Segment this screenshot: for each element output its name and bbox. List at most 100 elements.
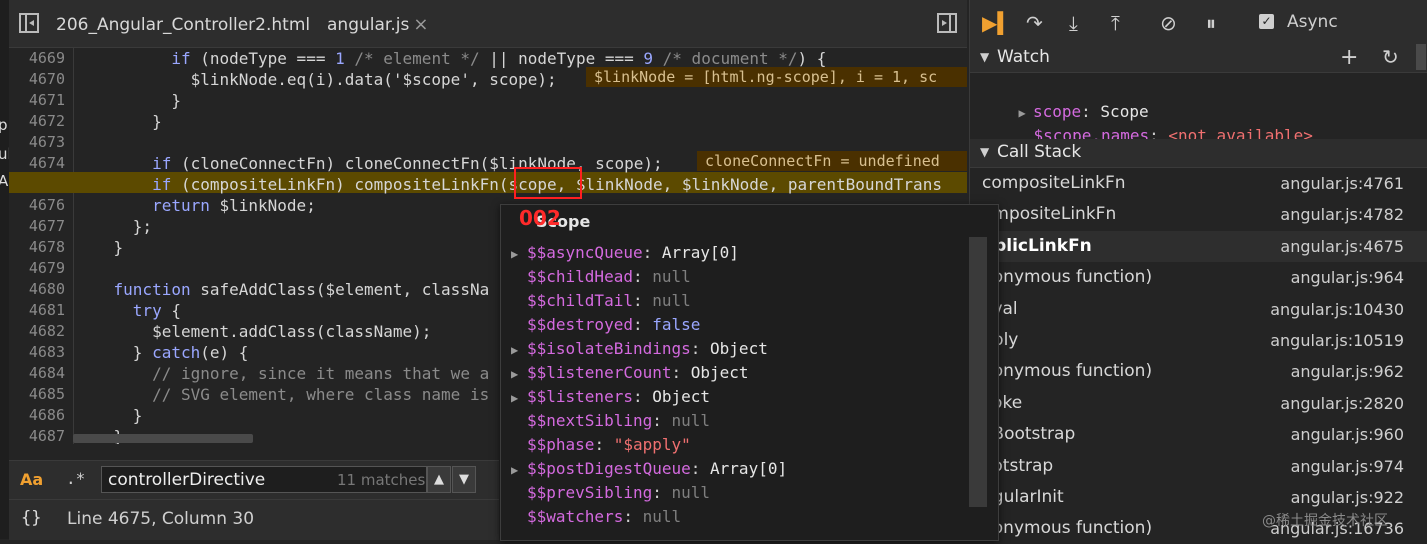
resume-icon[interactable]: ▶▍ [982,11,1013,35]
code-line: if (nodeType === 1 /* element */ || node… [171,49,827,68]
editor-tab-bar: 206_Angular_Controller2.html angular.js × [9,0,967,48]
find-previous-button[interactable]: ▲ [427,466,451,493]
refresh-icon[interactable]: ↻ [1382,45,1399,69]
frame-location: angular.js:964 [1290,268,1404,288]
code-line: try { [132,301,181,320]
property-value: "$apply" [613,435,691,454]
code-line: $linkNode.eq(i).data('$scope', scope); [75,70,557,89]
property-value: Array[0] [661,243,739,262]
property-name: $$asyncQueue [527,243,643,262]
line-number[interactable]: 4673 [29,132,65,153]
expand-arrow-icon[interactable]: ▶ [511,458,527,482]
line-number[interactable]: 4687 [29,426,65,444]
property-name: $$destroyed [527,315,633,334]
line-number-gutter[interactable]: 4669467046714672467346744675467646774678… [9,48,74,444]
regex-toggle[interactable]: .* [66,469,85,488]
tab-html-file[interactable]: 206_Angular_Controller2.html [56,0,310,47]
call-frame[interactable]: nonymous function) angular.js:962 [970,356,1427,387]
watch-title: Watch [997,47,1050,67]
line-number[interactable]: 4678 [29,237,65,258]
call-frame[interactable]: nonymous function) angular.js:964 [970,262,1427,293]
call-frame[interactable]: pply angular.js:10519 [970,325,1427,356]
call-frame[interactable]: compositeLinkFn angular.js:4761 [970,168,1427,199]
line-number[interactable]: 4681 [29,300,65,321]
step-over-icon[interactable]: ↷ [1026,11,1043,35]
add-watch-icon[interactable]: + [1340,45,1358,70]
frame-name: ompositeLinkFn [982,204,1117,225]
property-name: $$prevSibling [527,483,653,502]
scope-property[interactable]: $$prevSibling: null [511,481,710,505]
match-case-toggle[interactable]: Aa [20,470,43,489]
frame-location: angular.js:962 [1290,362,1404,382]
scope-property[interactable]: $$childTail: null [511,289,691,313]
watch-section-header[interactable]: ▼ Watch + ↻ [970,44,1427,73]
line-number[interactable]: 4685 [29,384,65,405]
step-into-icon[interactable]: ⤓ [1069,11,1078,35]
debugger-toolbar: ▶▍ ↷ ⤓ ⤒ ⊘ ⏸ ✓ Async [970,0,1427,45]
line-number[interactable]: 4683 [29,342,65,363]
scope-property[interactable]: ▶ $$listeners: Object [511,385,710,410]
call-frame[interactable]: ublicLinkFn angular.js:4675 [970,230,1427,262]
scope-property[interactable]: $$destroyed: false [511,313,700,337]
line-number[interactable]: 4686 [29,405,65,426]
debugger-sidebar: ▶▍ ↷ ⤓ ⤒ ⊘ ⏸ ✓ Async ▼ Watch + ↻ ▶ scope… [969,0,1427,539]
async-checkbox[interactable]: ✓ [1259,14,1274,29]
call-frame[interactable]: eval angular.js:10430 [970,294,1427,325]
property-name: $$nextSibling [527,411,653,430]
line-number[interactable]: 4682 [29,321,65,342]
call-frame[interactable]: oBootstrap angular.js:960 [970,419,1427,450]
expand-arrow-icon[interactable]: ▶ [511,362,527,386]
deactivate-breakpoints-icon[interactable]: ⊘ [1160,11,1177,35]
scope-property[interactable]: $$nextSibling: null [511,409,710,433]
scope-property[interactable]: ▶ $$isolateBindings: Object [511,337,768,362]
popover-scrollbar[interactable] [969,237,987,507]
property-value: false [652,315,701,334]
line-number[interactable]: 4669 [29,48,65,69]
find-next-button[interactable]: ▼ [452,466,476,493]
pretty-print-icon[interactable]: {} [21,508,41,528]
call-frame[interactable]: ngularInit angular.js:922 [970,482,1427,513]
property-value: null [652,267,691,286]
property-name: $$phase [527,435,595,454]
inline-value: $linkNode = [html.ng-scope], i = 1, sc [586,67,967,87]
line-number[interactable]: 4677 [29,216,65,237]
scope-property[interactable]: $$phase: "$apply" [511,433,691,457]
scope-property[interactable]: ▶ $$listenerCount: Object [511,361,749,386]
line-number[interactable]: 4670 [29,69,65,90]
frame-location: angular.js:960 [1290,425,1404,445]
debugger-sidebar-toggle-icon[interactable] [937,13,957,33]
property-value: null [671,483,711,502]
call-frame[interactable]: ompositeLinkFn angular.js:4782 [970,199,1427,230]
highlight-box [514,167,582,199]
code-line: }; [75,217,153,236]
expand-arrow-icon[interactable]: ▶ [511,386,527,410]
expand-arrow-icon[interactable]: ▶ [511,242,527,266]
scope-property[interactable]: ▶ $$asyncQueue: Array[0] [511,241,739,266]
frame-location: angular.js:974 [1290,456,1404,476]
line-number[interactable]: 4676 [29,195,65,216]
line-number[interactable]: 4672 [29,111,65,132]
execution-line-marker [9,172,73,193]
horizontal-scrollbar[interactable] [73,434,253,443]
navigator-toggle-icon[interactable] [19,13,39,33]
line-number[interactable]: 4679 [29,258,65,279]
step-out-icon[interactable]: ⤒ [1111,11,1120,35]
expand-arrow-icon[interactable]: ▶ [511,338,527,362]
frame-location: angular.js:922 [1290,488,1404,507]
pause-on-exceptions-icon[interactable]: ⏸ [1206,11,1216,35]
close-icon[interactable]: × [413,14,428,35]
line-number[interactable]: 4671 [29,90,65,111]
line-number[interactable]: 4680 [29,279,65,300]
call-stack-section-header[interactable]: ▼ Call Stack [970,139,1427,168]
scope-property[interactable]: $$childHead: null [511,265,691,289]
call-frame[interactable]: voke angular.js:2820 [970,388,1427,419]
tab-angular-js[interactable]: angular.js × [327,0,428,47]
watch-scrollbar[interactable] [1416,44,1426,70]
tab-label: 206_Angular_Controller2.html [56,15,311,35]
call-frame[interactable]: ootstrap angular.js:974 [970,451,1427,482]
scope-property[interactable]: $$watchers: null [511,505,681,529]
match-count: 11 matches [337,471,426,489]
line-number[interactable]: 4684 [29,363,65,384]
line-number[interactable]: 4674 [29,153,65,174]
scope-property[interactable]: ▶ $$postDigestQueue: Array[0] [511,457,787,482]
